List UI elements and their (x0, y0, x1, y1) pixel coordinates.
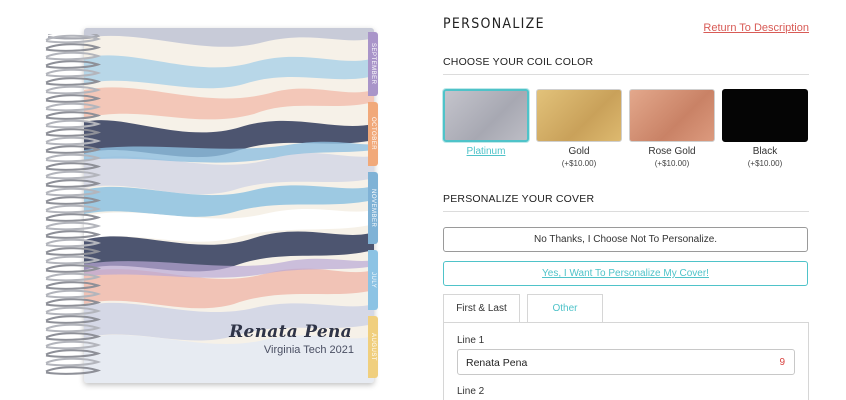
month-tab-label: SEPTEMBER (370, 43, 376, 85)
tab-first-last[interactable]: First & Last (443, 294, 520, 323)
coil-ring (45, 255, 102, 265)
coil-ring (45, 230, 102, 239)
coil-ring (45, 179, 102, 188)
coil-ring (45, 315, 102, 324)
month-tab: OCTOBER (368, 102, 378, 166)
coil-section-label: CHOOSE YOUR COIL COLOR (443, 56, 594, 68)
coil-color-options: Platinum Gold (+$10.00) Rose Gold (+$10.… (443, 89, 809, 179)
platinum-swatch[interactable] (443, 89, 529, 142)
gold-swatch[interactable] (536, 89, 622, 142)
month-tab: JULY (368, 250, 378, 310)
yes-personalize-button[interactable]: Yes, I Want To Personalize My Cover! (443, 261, 808, 286)
line1-input[interactable]: Renata Pena 9 (457, 349, 795, 375)
coil-ring (45, 281, 102, 290)
tab-other[interactable]: Other (527, 294, 603, 323)
coil-ring (45, 94, 102, 103)
coil-option-black[interactable]: Black (+$10.00) (722, 89, 808, 168)
coil-ring (45, 85, 102, 95)
coil-option-price: (+$10.00) (654, 159, 690, 168)
line1-value[interactable]: Renata Pena (466, 357, 527, 369)
coil-ring (45, 366, 102, 375)
cover-name-text: Renata Pena (229, 322, 352, 342)
coil-ring (45, 264, 102, 273)
coil-ring (45, 128, 102, 137)
coil-ring (45, 102, 102, 112)
coil-option-rose-gold[interactable]: Rose Gold (+$10.00) (629, 89, 715, 168)
coil-ring (45, 221, 102, 231)
spiral-coil-icon (45, 34, 102, 375)
cover-school-text: Virginia Tech 2021 (263, 344, 354, 356)
coil-ring (45, 68, 102, 78)
divider (443, 211, 809, 212)
coil-ring (45, 51, 102, 61)
black-swatch[interactable] (722, 89, 808, 142)
planner-cover-art: Renata Pena Virginia Tech 2021 (84, 28, 374, 383)
coil-ring (45, 145, 102, 154)
month-tab: NOVEMBER (368, 172, 378, 244)
personalize-panel: PERSONALIZE Return To Description CHOOSE… (443, 0, 809, 400)
coil-option-name[interactable]: Platinum (443, 146, 529, 157)
coil-ring (45, 153, 102, 163)
coil-ring (45, 306, 102, 316)
coil-option-price: (+$10.00) (561, 159, 597, 168)
line1-label: Line 1 (457, 335, 485, 346)
divider (443, 74, 809, 75)
coil-option-gold[interactable]: Gold (+$10.00) (536, 89, 622, 168)
coil-ring (45, 119, 102, 129)
coil-ring (45, 298, 102, 307)
month-tab-label: AUGUST (370, 332, 376, 361)
coil-ring (45, 323, 102, 333)
coil-ring (45, 196, 102, 205)
rose-gold-swatch[interactable] (629, 89, 715, 142)
coil-ring (45, 77, 102, 86)
coil-option-name[interactable]: Black (722, 146, 808, 157)
coil-ring (45, 136, 102, 146)
coil-ring (45, 357, 102, 367)
coil-ring (45, 170, 102, 180)
return-to-description-link[interactable]: Return To Description (703, 22, 809, 34)
coil-ring (45, 238, 102, 248)
month-tab: SEPTEMBER (368, 32, 378, 96)
coil-option-platinum[interactable]: Platinum (443, 89, 529, 159)
coil-ring (45, 289, 102, 299)
coil-ring (45, 111, 102, 120)
month-tab: AUGUST (368, 316, 378, 378)
coil-ring (45, 162, 102, 171)
coil-ring (45, 272, 102, 282)
coil-ring (45, 43, 102, 52)
line1-char-count: 9 (779, 357, 785, 368)
month-tab-label: OCTOBER (370, 117, 376, 151)
coil-ring (45, 60, 102, 69)
coil-ring (45, 332, 102, 341)
coil-ring (45, 213, 102, 222)
month-tabs: SEPTEMBER OCTOBER NOVEMBER JULY AUGUST (368, 32, 378, 378)
tab-panel-first-last: Line 1 Renata Pena 9 Line 2 (443, 322, 809, 400)
coil-ring (45, 187, 102, 197)
month-tab-label: JULY (370, 271, 376, 289)
line2-label: Line 2 (457, 386, 485, 397)
no-personalize-button[interactable]: No Thanks, I Choose Not To Personalize. (443, 227, 808, 252)
coil-option-price: (+$10.00) (747, 159, 783, 168)
cover-section-label: PERSONALIZE YOUR COVER (443, 193, 595, 205)
coil-option-name[interactable]: Rose Gold (629, 146, 715, 157)
month-tab-label: NOVEMBER (370, 188, 376, 228)
coil-ring (45, 247, 102, 256)
coil-ring (45, 204, 102, 214)
planner-preview: Renata Pena Virginia Tech 2021 SEPTEMBER… (40, 28, 385, 386)
coil-ring (45, 349, 102, 358)
coil-ring (45, 340, 102, 350)
coil-option-name[interactable]: Gold (536, 146, 622, 157)
page-title: PERSONALIZE (443, 16, 545, 32)
